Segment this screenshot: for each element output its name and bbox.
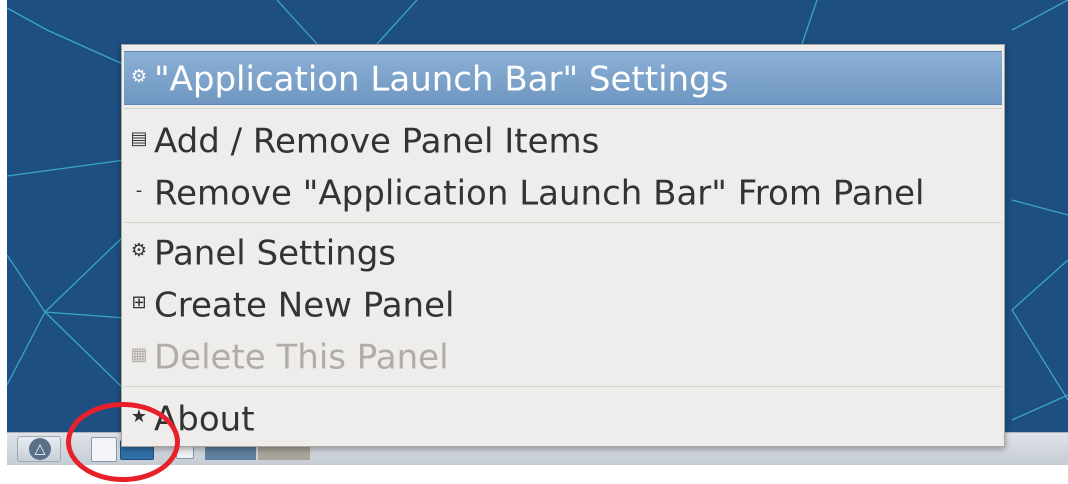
menu-separator (124, 108, 1002, 109)
menu-item-delete-panel: ▦ Delete This Panel (124, 330, 1002, 382)
menu-item-launch-bar-settings[interactable]: ⚙ "Application Launch Bar" Settings (124, 51, 1002, 105)
panel-context-menu: ⚙ "Application Launch Bar" Settings ▤ Add … (121, 44, 1005, 447)
plus-box-icon: ⊞ (131, 291, 147, 313)
menu-item-label: Panel Settings (154, 233, 396, 274)
menu-item-label: Create New Panel (154, 285, 455, 326)
menu-item-label: Remove "Application Launch Bar" From Pan… (154, 173, 925, 214)
trash-icon: ▦ (130, 343, 148, 365)
menu-item-label: Delete This Panel (154, 337, 449, 378)
menu-item-create-panel[interactable]: ⊞ Create New Panel (124, 278, 1002, 330)
annotation-circle (66, 402, 180, 482)
list-icon: ▤ (130, 127, 148, 149)
menu-separator (124, 222, 1002, 223)
gear-icon: ⚙ (130, 65, 148, 87)
menu-separator (124, 386, 1002, 387)
menu-item-panel-settings[interactable]: ⚙ Panel Settings (124, 226, 1002, 278)
start-menu-button[interactable]: △ (17, 436, 61, 462)
minus-icon: - (135, 179, 143, 201)
lxqt-logo-icon: △ (29, 438, 51, 460)
menu-item-label: "Application Launch Bar" Settings (154, 59, 729, 100)
menu-item-about[interactable]: ★ About (124, 392, 1002, 444)
menu-item-label: Add / Remove Panel Items (154, 121, 600, 162)
gear-icon: ⚙ (130, 239, 148, 261)
menu-item-add-remove-items[interactable]: ▤ Add / Remove Panel Items (124, 114, 1002, 166)
menu-item-remove-launch-bar[interactable]: - Remove "Application Launch Bar" From Pa… (124, 166, 1002, 218)
